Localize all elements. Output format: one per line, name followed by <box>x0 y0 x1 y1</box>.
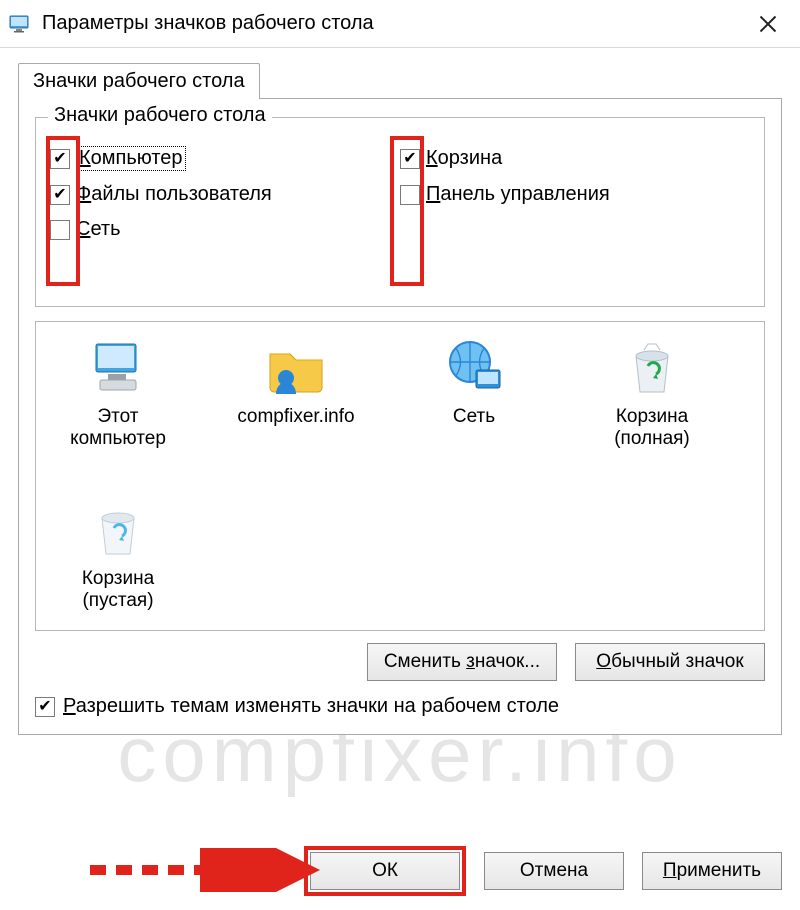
recycle-bin-empty-icon <box>86 498 150 562</box>
close-icon <box>758 14 778 34</box>
checkbox-icon <box>50 185 70 205</box>
icon-label: Сеть <box>453 406 495 428</box>
icon-preview-box: Этот компьютер compfixer.info <box>35 321 765 631</box>
dialog-body: Значки рабочего стола Значки рабочего ст… <box>0 48 800 828</box>
check-network-label: Сеть <box>76 218 121 241</box>
default-icon-button[interactable]: Обычный значок <box>575 643 765 681</box>
cancel-button[interactable]: Отмена <box>484 852 624 890</box>
checkbox-icon <box>35 697 55 717</box>
allow-themes-row[interactable]: Разрешить темам изменять значки на рабоч… <box>35 695 765 718</box>
check-recyclebin[interactable]: Корзина <box>400 146 750 171</box>
group-legend: Значки рабочего стола <box>48 104 272 127</box>
check-userfiles-label: Файлы пользователя <box>76 183 272 206</box>
check-controlpanel[interactable]: Панель управления <box>400 183 750 206</box>
title-bar: Параметры значков рабочего стола <box>0 0 800 48</box>
user-folder-icon <box>264 336 328 400</box>
icon-this-computer[interactable]: Этот компьютер <box>48 336 188 450</box>
recycle-bin-full-icon <box>620 336 684 400</box>
icon-label: Корзина (пустая) <box>48 568 188 612</box>
icon-recycle-full[interactable]: Корзина (полная) <box>582 336 722 450</box>
icon-network[interactable]: Сеть <box>404 336 544 450</box>
icon-label: compfixer.info <box>237 406 354 428</box>
check-recyclebin-label: Корзина <box>426 147 502 170</box>
apply-button[interactable]: Применить <box>642 852 782 890</box>
tab-strip: Значки рабочего стола <box>18 63 782 99</box>
icon-label: Этот компьютер <box>48 406 188 450</box>
window-title: Параметры значков рабочего стола <box>42 12 744 35</box>
close-button[interactable] <box>744 0 792 48</box>
group-desktop-icons: Значки рабочего стола Компьютер Корзина <box>35 117 765 307</box>
check-userfiles[interactable]: Файлы пользователя <box>50 183 390 206</box>
checkbox-icon <box>400 149 420 169</box>
allow-themes-label: Разрешить темам изменять значки на рабоч… <box>63 695 559 718</box>
icon-buttons-row: Сменить значок... Обычный значок <box>35 643 765 681</box>
checkbox-icon <box>50 149 70 169</box>
annotation-highlight-ok: ОК <box>304 846 466 896</box>
ok-button[interactable]: ОК <box>310 852 460 890</box>
checkbox-icon <box>400 185 420 205</box>
change-icon-button[interactable]: Сменить значок... <box>367 643 557 681</box>
icon-recycle-empty[interactable]: Корзина (пустая) <box>48 498 188 612</box>
check-network[interactable]: Сеть <box>50 218 390 241</box>
app-icon <box>8 12 32 36</box>
check-controlpanel-label: Панель управления <box>426 183 610 206</box>
icon-user-folder[interactable]: compfixer.info <box>226 336 366 450</box>
check-computer-label: Компьютер <box>76 146 186 171</box>
tab-panel: Значки рабочего стола Компьютер Корзина <box>18 98 782 735</box>
computer-icon <box>86 336 150 400</box>
icon-label: Корзина (полная) <box>582 406 722 450</box>
annotation-arrow-ok <box>80 848 320 892</box>
dialog-footer: ОК Отмена Применить <box>304 846 782 896</box>
tab-desktop-icons[interactable]: Значки рабочего стола <box>18 63 260 99</box>
network-globe-icon <box>442 336 506 400</box>
check-computer[interactable]: Компьютер <box>50 146 390 171</box>
checkbox-icon <box>50 220 70 240</box>
